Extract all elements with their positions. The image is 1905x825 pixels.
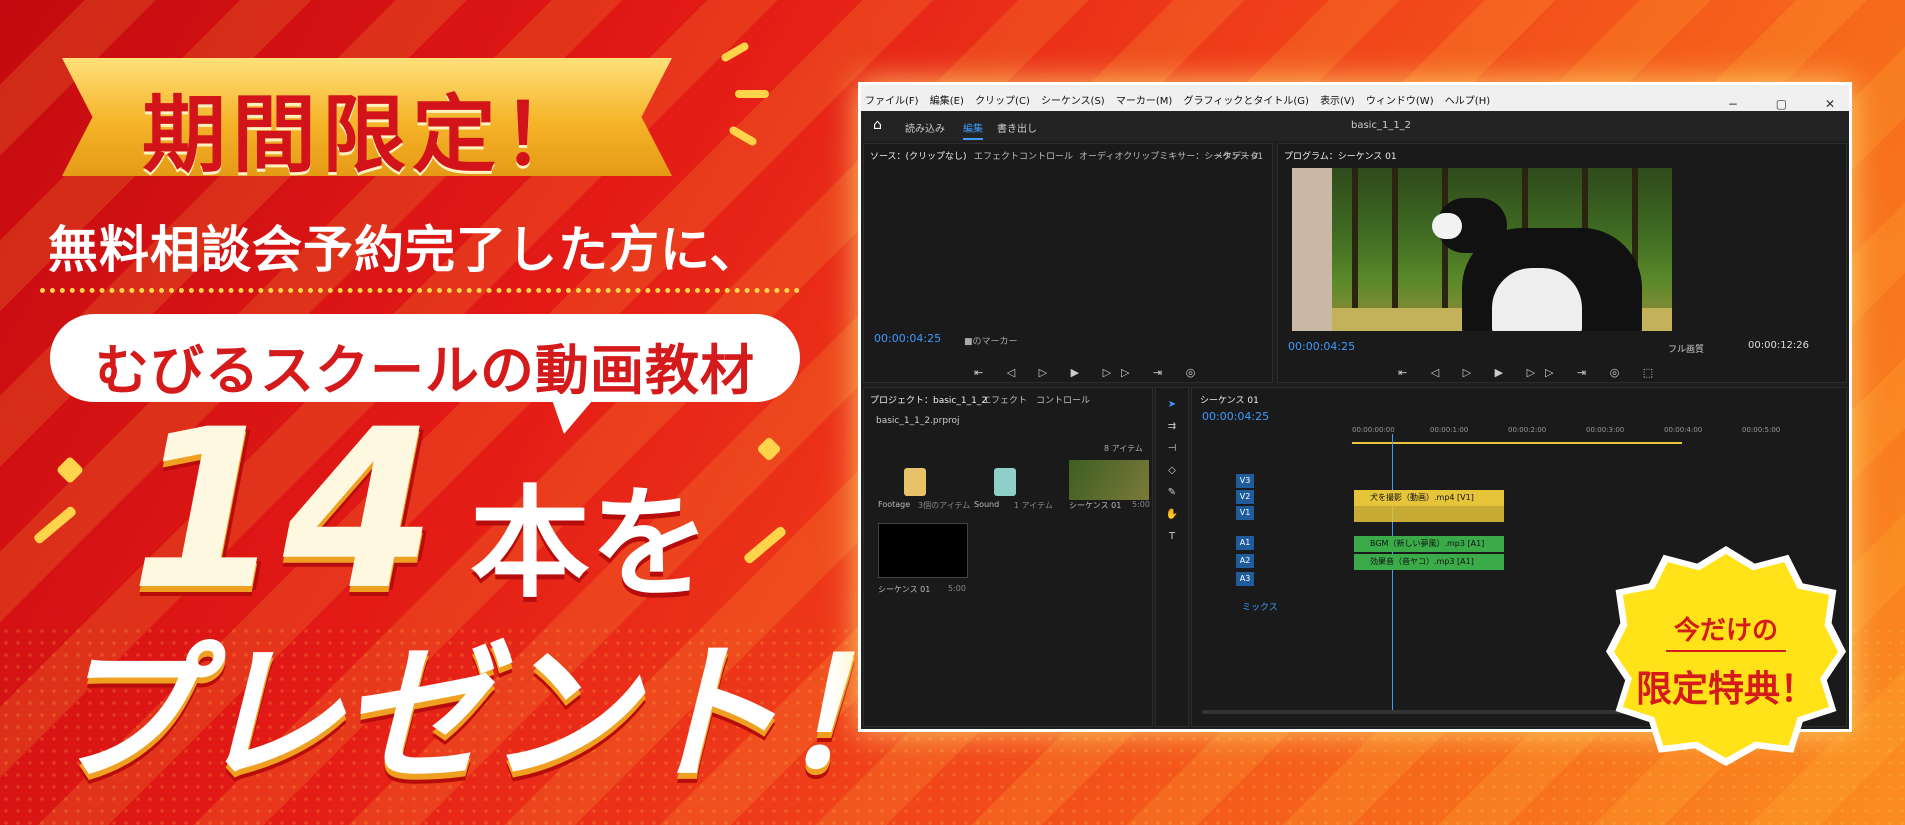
timeline-tabs: シーケンス 01 (1192, 388, 1846, 408)
playhead[interactable] (1392, 434, 1393, 714)
ruler-tick: 00:00:00:00 (1352, 426, 1395, 434)
razor-icon[interactable]: ◇ (1156, 460, 1188, 482)
minimize-icon[interactable]: − (1724, 90, 1742, 111)
tab-import[interactable]: 読み込み (905, 120, 945, 135)
tab-effects[interactable]: エフェクト (982, 393, 1027, 406)
program-duration: 00:00:12:26 (1748, 340, 1810, 351)
dotted-divider (40, 288, 800, 293)
tab-controls[interactable]: コントロール (1036, 393, 1090, 406)
menu-item-view[interactable]: 表示(V) (1316, 85, 1359, 107)
window-controls: − ▢ ✕ (1698, 90, 1839, 111)
menu-item-edit[interactable]: 編集(E) (926, 85, 968, 107)
program-panel: プログラム：シーケンス 01 00:00:04:25 フル画質 00:00:12… (1277, 143, 1847, 383)
tab-sequence[interactable]: シーケンス 01 (1200, 393, 1259, 406)
material-count: 14 (130, 382, 437, 638)
source-marker-label: ■のマーカー (964, 337, 1018, 347)
seal-line-2: 限定特典！ (1635, 669, 1816, 710)
program-timecode[interactable]: 00:00:04:25 (1288, 340, 1355, 353)
maximize-icon[interactable]: ▢ (1772, 90, 1791, 111)
sequence-item-duration: 5:00 (948, 584, 966, 593)
mix-label: ミックス (1242, 603, 1278, 613)
bin-sound-count: 1 アイテム (1014, 501, 1053, 510)
menu-item-sequence[interactable]: シーケンス(S) (1037, 85, 1109, 107)
menu-bar: ファイル(F) 編集(E) クリップ(C) シーケンス(S) マーカー(M) グ… (861, 85, 1849, 111)
tab-metadata[interactable]: メタデータ (1214, 149, 1259, 162)
bin-sound-name: Sound (974, 500, 1000, 509)
tab-source[interactable]: ソース：(クリップなし) (870, 149, 967, 162)
workspace-header: ⌂ 読み込み 編集 書き出し basic_1_1_2 (861, 111, 1849, 141)
confetti-icon (735, 90, 769, 98)
menu-item-window[interactable]: ウィンドウ(W) (1362, 85, 1438, 107)
menu-item-file[interactable]: ファイル(F) (861, 85, 923, 107)
program-video-frame (1292, 168, 1672, 331)
source-tabs: ソース：(クリップなし) エフェクトコントロール オーディオクリップミキサー：シ… (864, 144, 1272, 164)
source-timecode[interactable]: 00:00:04:25 (874, 332, 941, 345)
track-a3[interactable]: A3 (1236, 572, 1254, 586)
ruler-tick: 00:00:3:00 (1586, 426, 1625, 434)
tab-effect-controls[interactable]: エフェクトコントロール (974, 149, 1073, 162)
track-v1[interactable]: V1 (1236, 506, 1254, 520)
limited-bonus-seal: 今だけの 限定特典！ (1600, 540, 1852, 772)
type-icon[interactable]: T (1156, 526, 1188, 548)
seal-line-1: 今だけの (1673, 616, 1778, 646)
sequence-item-name: シーケンス 01 (878, 585, 931, 594)
banner-subtitle: 無料相談会予約完了した方に、 (48, 221, 761, 279)
pen-icon[interactable]: ✎ (1156, 482, 1188, 504)
quality-select[interactable]: フル画質 (1668, 342, 1704, 355)
sequence-item-thumbnail[interactable] (878, 523, 968, 578)
project-title: basic_1_1_2 (1351, 120, 1412, 131)
ruler-tick: 00:00:1:00 (1430, 426, 1469, 434)
bin-sequence-name: シーケンス 01 (1069, 501, 1122, 510)
selection-tool-icon[interactable]: ➤ (1156, 394, 1188, 416)
limited-time-ribbon: 期間限定！ (42, 58, 692, 184)
tab-edit[interactable]: 編集 (963, 120, 983, 140)
timeline-timecode[interactable]: 00:00:04:25 (1202, 410, 1269, 423)
source-transport-controls[interactable]: ⇤ ◁ ▷ ▶ ▷▷ ⇥ ◎ (974, 366, 1205, 379)
program-transport-controls[interactable]: ⇤ ◁ ▷ ▶ ▷▷ ⇥ ◎ ⬚ (1398, 366, 1663, 379)
work-area-bar[interactable] (1352, 442, 1682, 444)
ruler-tick: 00:00:4:00 (1664, 426, 1703, 434)
project-tabs: プロジェクト：basic_1_1_2 エフェクト コントロール (864, 388, 1152, 408)
menu-item-clip[interactable]: クリップ(C) (971, 85, 1034, 107)
menu-item-marker[interactable]: マーカー(M) (1112, 85, 1176, 107)
bin-sequence-duration: 5:00 (1132, 500, 1150, 509)
track-select-icon[interactable]: ⇉ (1156, 416, 1188, 438)
source-panel: ソース：(クリップなし) エフェクトコントロール オーディオクリップミキサー：シ… (863, 143, 1273, 383)
close-icon[interactable]: ✕ (1821, 90, 1839, 111)
count-suffix: 本を (470, 475, 710, 614)
seal-divider (1666, 650, 1786, 652)
ruler-tick: 00:00:5:00 (1742, 426, 1781, 434)
tab-export[interactable]: 書き出し (997, 120, 1037, 135)
track-v3[interactable]: V3 (1236, 474, 1254, 488)
bin-footage-count: 3個のアイテム (918, 501, 971, 510)
menu-item-help[interactable]: ヘルプ(H) (1441, 85, 1494, 107)
track-v2[interactable]: V2 (1236, 490, 1254, 504)
present-text: プレゼント！ (48, 628, 928, 802)
ripple-edit-icon[interactable]: ⊣ (1156, 438, 1188, 460)
item-count: 8 アイテム (1104, 444, 1143, 453)
video-clip[interactable]: 犬を撮影（動画）.mp4 [V1] (1354, 490, 1504, 506)
track-a1[interactable]: A1 (1236, 536, 1254, 550)
track-a2[interactable]: A2 (1236, 554, 1254, 568)
tab-program[interactable]: プログラム：シーケンス 01 (1284, 149, 1397, 162)
hand-icon[interactable]: ✋ (1156, 504, 1188, 526)
program-tabs: プログラム：シーケンス 01 (1278, 144, 1846, 164)
folder-icon[interactable] (994, 468, 1016, 496)
home-icon[interactable]: ⌂ (873, 117, 882, 133)
audio-clip-sfx[interactable]: 効果音（音ヤコ）.mp3 [A1] (1354, 554, 1504, 570)
audio-clip-bgm[interactable]: BGM（新しい夢風）.mp3 [A1] (1354, 536, 1504, 552)
sequence-thumbnail[interactable] (1069, 460, 1149, 500)
menu-item-graphics[interactable]: グラフィックとタイトル(G) (1180, 85, 1313, 107)
ribbon-title: 期間限定！ (141, 86, 592, 184)
project-file-name: basic_1_1_2.prproj (876, 416, 960, 426)
project-panel: プロジェクト：basic_1_1_2 エフェクト コントロール basic_1_… (863, 387, 1153, 727)
folder-icon[interactable] (904, 468, 926, 496)
ruler-tick: 00:00:2:00 (1508, 426, 1547, 434)
video-clip-lower[interactable] (1354, 506, 1504, 522)
bin-footage-name: Footage (878, 500, 911, 509)
tools-panel: ➤ ⇉ ⊣ ◇ ✎ ✋ T (1155, 387, 1189, 727)
tab-project[interactable]: プロジェクト：basic_1_1_2 (870, 393, 987, 406)
